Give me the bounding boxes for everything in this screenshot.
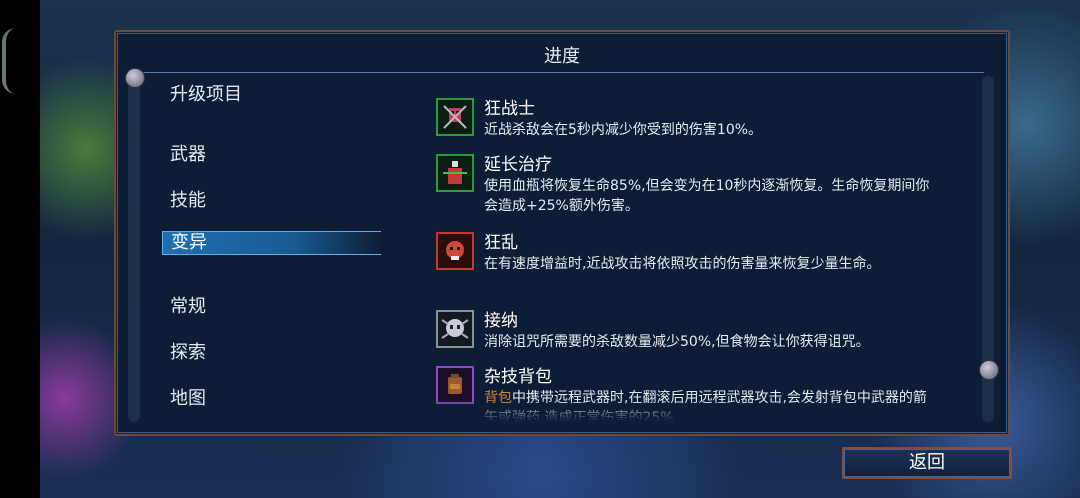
swipe-handle[interactable]	[2, 28, 20, 94]
category-mutations[interactable]: 变异	[162, 231, 381, 255]
list-fade	[432, 400, 952, 424]
category-scrollbar[interactable]	[128, 76, 140, 422]
item-name: 狂乱	[484, 233, 518, 253]
item-description: 消除诅咒所需要的杀敌数量减少50%,但食物会让你获得诅咒。	[484, 334, 870, 350]
item-description: 在有速度增益时,近战攻击将依照攻击的伤害量来恢复少量生命。	[484, 256, 881, 272]
backpack-icon	[436, 366, 474, 404]
category-exploration[interactable]: 探索	[170, 338, 206, 364]
category-skills[interactable]: 技能	[170, 186, 206, 212]
berserker-icon	[436, 98, 474, 136]
category-general[interactable]: 常规	[170, 292, 206, 318]
mutation-list[interactable]: 狂战士 近战杀敌会在5秒内减少你受到的伤害10%。 延长治疗 使用血瓶将恢复生命…	[432, 84, 942, 424]
category-map[interactable]: 地图	[170, 384, 206, 410]
cursed-skull-icon	[436, 310, 474, 348]
screen-edge-bar	[0, 0, 40, 498]
panel-title: 进度	[544, 46, 580, 67]
title-divider	[140, 72, 984, 73]
category-weapons[interactable]: 武器	[170, 140, 206, 166]
item-description: 使用血瓶将恢复生命85%,但会变为在10秒内逐渐恢复。生命恢复期间你会造成+25…	[484, 178, 930, 214]
category-scroll-knob[interactable]	[125, 68, 145, 88]
frenzy-skull-icon	[436, 232, 474, 270]
item-name: 接纳	[484, 311, 518, 331]
healing-flask-icon	[436, 154, 474, 192]
item-name: 杂技背包	[484, 367, 552, 387]
item-name: 延长治疗	[484, 155, 552, 175]
item-name: 狂战士	[484, 99, 535, 119]
progress-panel: 进度 升级项目 武器 技能 变异 常规 探索 地图 狂战士 近战杀敌会在5秒内减…	[114, 30, 1010, 436]
item-description: 近战杀敌会在5秒内减少你受到的伤害10%。	[484, 122, 763, 138]
category-upgrades[interactable]: 升级项目	[170, 80, 242, 106]
list-scroll-knob[interactable]	[979, 360, 999, 380]
back-button[interactable]: 返回	[842, 447, 1012, 479]
